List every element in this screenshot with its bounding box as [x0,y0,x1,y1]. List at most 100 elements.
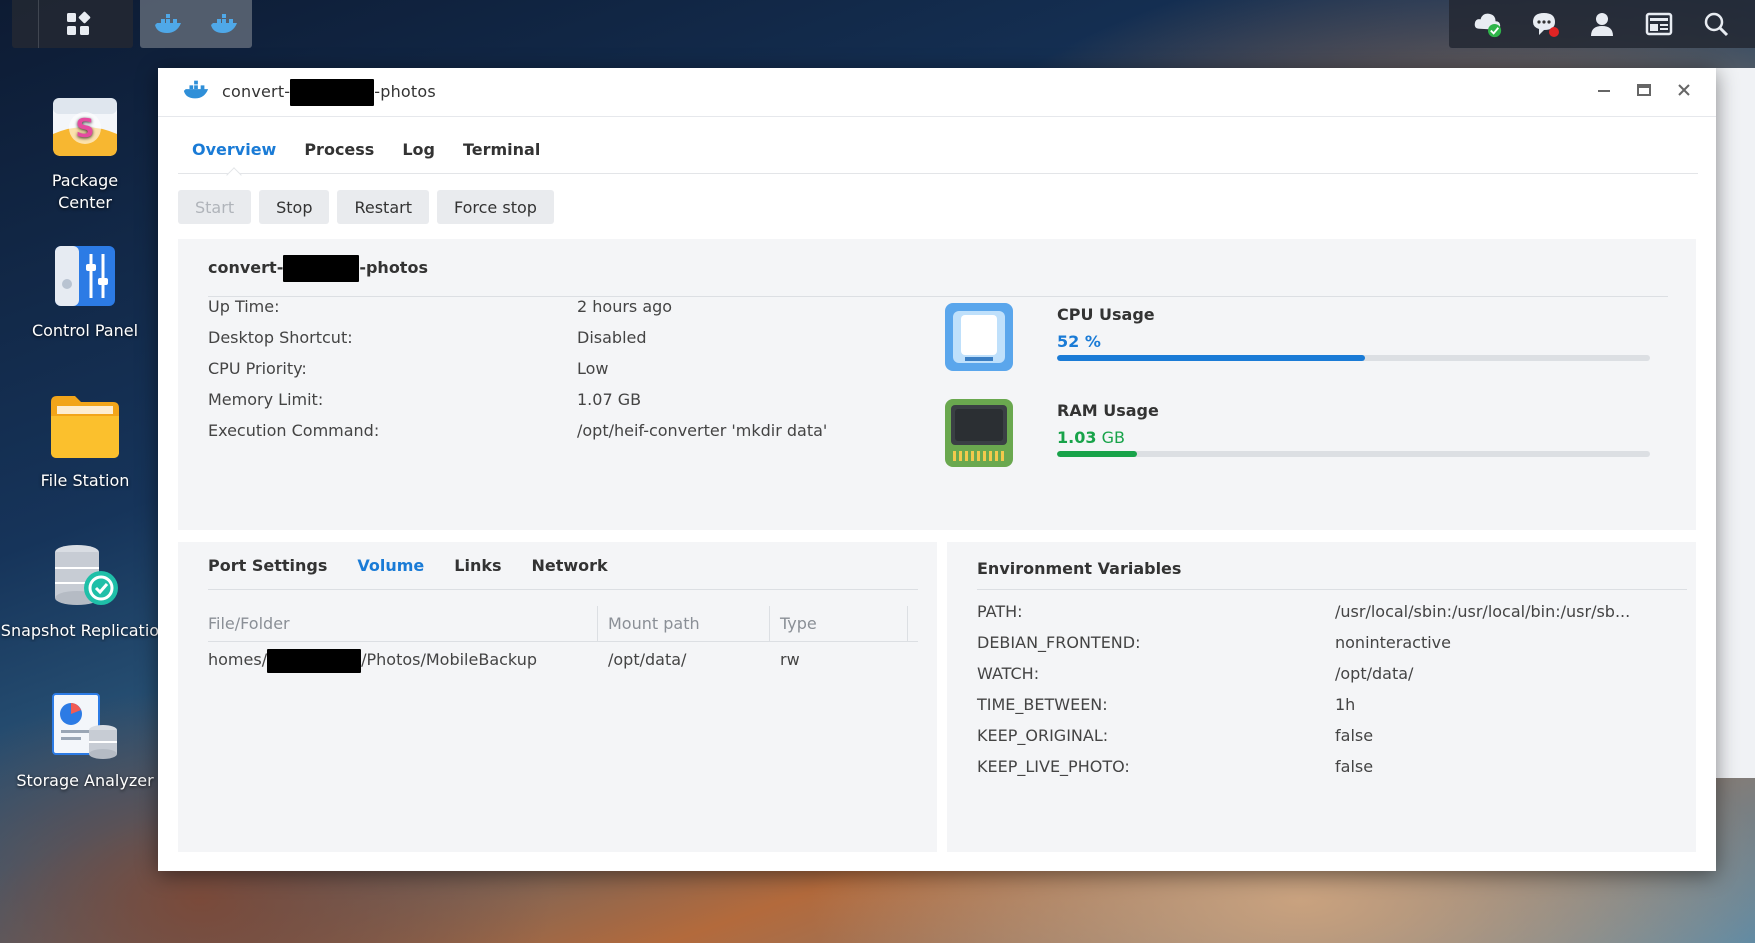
container-manager-icon[interactable] [153,9,183,39]
env-key: WATCH: [977,664,1040,683]
ram-usage-bar [1057,451,1650,457]
window-title: convert- -photos [222,78,436,106]
main-tabs: Overview Process Log Terminal [178,132,1698,174]
restart-button[interactable]: Restart [337,190,429,224]
tab-log[interactable]: Log [388,132,449,174]
title-suffix: -photos [374,81,436,101]
tab-volume[interactable]: Volume [357,542,454,589]
storage-analyzer-icon [47,688,123,764]
widgets-icon[interactable] [1644,9,1674,39]
redacted-block [290,78,375,106]
column-header-file-folder[interactable]: File/Folder [208,606,598,641]
force-stop-button[interactable]: Force stop [436,190,554,224]
cloud-sync-icon[interactable] [1473,9,1503,39]
desktop-icon-label: Storage Analyzer [16,771,154,790]
cpu-icon [943,301,1015,377]
cpu-usage-number: 52 [1057,332,1080,351]
redacted-block [283,255,360,282]
tab-terminal[interactable]: Terminal [449,132,554,174]
start-button[interactable]: Start [178,190,252,224]
taskbar-right [1449,0,1755,48]
cpu-usage-bar-fill [1057,355,1366,361]
control-panel-icon [47,238,123,314]
maximize-icon[interactable] [1634,80,1654,100]
cpu-usage-label: CPU Usage [1057,305,1155,324]
ram-usage-number: 1.03 [1057,428,1097,447]
table-header: File/Folder Mount path Type [208,606,918,642]
tab-process[interactable]: Process [290,132,388,174]
env-value: false [1335,726,1374,745]
tab-overview[interactable]: Overview [178,132,290,174]
type-cell: rw [780,650,800,669]
name-suffix: -photos [359,258,428,277]
volume-panel: Port Settings Volume Links Network File/… [178,542,937,852]
title-prefix: convert- [222,81,291,101]
info-key: Execution Command: [208,421,380,440]
desktop-snapshot-replication[interactable]: Snapshot Replication [0,538,170,642]
name-prefix: convert- [208,258,284,277]
redacted-block [267,648,362,673]
env-value: false [1335,757,1374,776]
info-value: 2 hours ago [577,297,673,316]
container-details-window: convert- -photos Overview Process Log Ter… [158,68,1716,871]
env-key: PATH: [977,602,1023,621]
desktop-icon-label: Snapshot Replication [0,621,170,640]
env-value: /opt/data/ [1335,664,1414,683]
environment-variables-panel: Environment Variables PATH: /usr/local/sb… [947,542,1696,852]
desktop-storage-analyzer[interactable]: Storage Analyzer [0,688,170,792]
info-value: /opt/heif-converter 'mkdir data' [577,421,828,440]
cpu-usage-value: 52 % [1057,332,1101,351]
env-key: KEEP_LIVE_PHOTO: [977,757,1130,776]
cpu-usage-bar [1057,355,1650,361]
notifications-icon[interactable] [1530,9,1560,39]
mount-path-cell: /opt/data/ [608,650,687,669]
tab-network[interactable]: Network [532,542,638,589]
env-value: 1h [1335,695,1356,714]
package-center-icon: S [47,88,123,164]
env-key: DEBIAN_FRONTEND: [977,633,1141,652]
minimize-icon[interactable] [1594,80,1614,100]
cpu-usage-unit: % [1079,332,1101,351]
snapshot-icon [47,538,123,614]
stop-button[interactable]: Stop [259,190,330,224]
info-value: 1.07 GB [577,390,642,409]
taskbar-left [12,0,133,48]
info-key: Memory Limit: [208,390,324,409]
desktop-file-station[interactable]: File Station [0,388,170,492]
action-buttons: Start Stop Restart Force stop [178,190,554,224]
folder-icon [47,388,123,464]
background-window[interactable] [1716,68,1755,778]
desktop-package-center[interactable]: S Package Center [0,88,170,214]
taskbar-divider [38,0,39,48]
env-value: noninteractive [1335,633,1451,652]
tab-port-settings[interactable]: Port Settings [208,542,357,589]
settings-tabs: Port Settings Volume Links Network [208,542,918,590]
column-header-mount-path[interactable]: Mount path [598,606,770,641]
close-icon[interactable] [1674,80,1694,100]
column-header-type[interactable]: Type [770,606,908,641]
user-icon[interactable] [1587,9,1617,39]
window-controls [1594,80,1694,100]
main-menu-icon[interactable] [63,9,93,39]
container-name-heading: convert- -photos [208,253,1668,297]
path-suffix: /Photos/MobileBackup [361,650,537,669]
container-window-icon[interactable] [209,9,239,39]
info-key: Up Time: [208,297,280,316]
env-key: KEEP_ORIGINAL: [977,726,1109,745]
desktop-icon-label: File Station [40,471,130,490]
window-titlebar[interactable]: convert- -photos [158,68,1716,117]
table-row[interactable]: homes/ /Photos/MobileBackup /opt/data/ rw [208,642,918,678]
env-value: /usr/local/sbin:/usr/local/bin:/usr/sb..… [1335,602,1631,621]
ram-usage-label: RAM Usage [1057,401,1159,420]
search-icon[interactable] [1701,9,1731,39]
desktop-icon-label: Package Center [51,171,119,212]
ram-usage-unit: GB [1096,428,1125,447]
ram-usage-bar-fill [1057,451,1138,457]
tab-links[interactable]: Links [454,542,531,589]
overview-panel: convert- -photos Up Time: 2 hours ago Des… [178,239,1696,530]
info-value: Disabled [577,328,647,347]
volume-table: File/Folder Mount path Type homes/ /Photo… [208,606,918,678]
desktop-control-panel[interactable]: Control Panel [0,238,170,342]
info-key: CPU Priority: [208,359,307,378]
container-icon [182,79,210,105]
